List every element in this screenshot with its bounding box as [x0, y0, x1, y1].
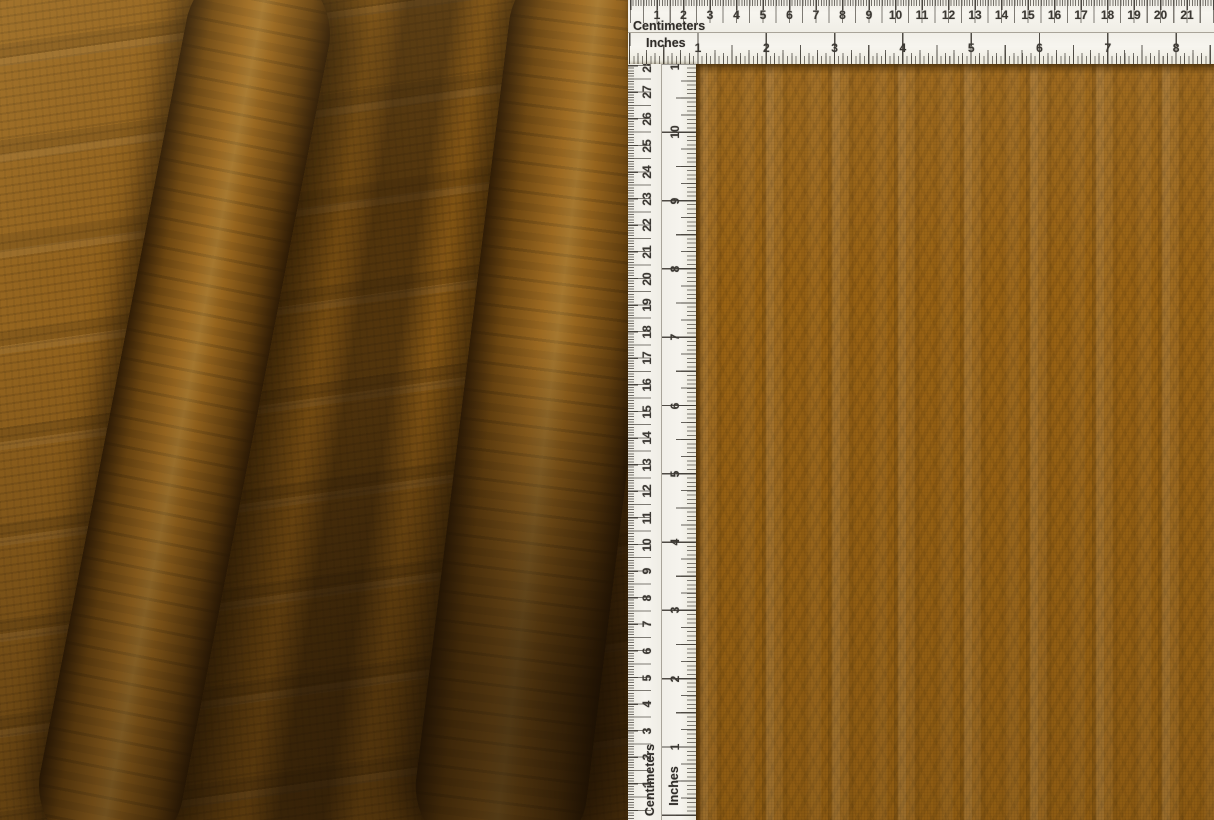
ruler-number: 7 — [1104, 41, 1112, 55]
ruler-number: 4 — [640, 700, 654, 708]
ruler-number: 22 — [640, 218, 654, 233]
ruler-number: 19 — [1127, 8, 1141, 22]
ruler-number: 1 — [668, 743, 682, 751]
ruler-number: 4 — [733, 8, 740, 22]
flat-fabric-with-rulers: Centimeters 1 2 3 4 5 6 7 8 9 10 11 12 13 14 15 16 17 18 1… — [628, 0, 1214, 820]
ruler-number: 11 — [668, 64, 682, 71]
ruler-number: 6 — [668, 402, 682, 409]
ruler-number: 27 — [640, 85, 654, 100]
horizontal-ruler: Centimeters 1 2 3 4 5 6 7 8 9 10 11 12 13 14 15 16 17 18 1… — [628, 0, 1214, 64]
vertical-ruler: Centimeters 28 27 26 25 24 23 22 21 20 19 18 17 16 15… — [628, 64, 696, 820]
ruler-number: 15 — [1021, 8, 1035, 22]
ruler-number: 10 — [888, 8, 903, 22]
ruler-number: 12 — [941, 8, 956, 22]
vertical-inch-scale: Inches 11 10 9 8 7 6 5 4 3 2 1 — [662, 64, 696, 820]
ruler-number: 3 — [831, 41, 838, 55]
ruler-number: 28 — [640, 64, 654, 73]
ruler-number: 5 — [967, 41, 975, 55]
ruler-number: 11 — [640, 511, 654, 525]
ruler-number: 4 — [899, 41, 907, 55]
ruler-number: 13 — [640, 458, 654, 472]
ruler-number: 20 — [1153, 8, 1168, 22]
ruler-number: 4 — [668, 538, 682, 546]
ruler-number: 3 — [706, 8, 714, 22]
ruler-number: 20 — [640, 271, 654, 286]
ruler-number: 8 — [640, 594, 654, 602]
ruler-number: 2 — [640, 754, 654, 761]
ruler-number: 7 — [812, 8, 820, 22]
ruler-number: 24 — [640, 165, 654, 179]
ruler-number: 16 — [1047, 8, 1062, 22]
ruler-number: 8 — [668, 265, 682, 273]
ruler-number: 21 — [640, 245, 654, 259]
inches-label-vertical: Inches — [667, 766, 681, 806]
vertical-cm-scale: Centimeters 28 27 26 25 24 23 22 21 20 19 18 17 16 15… — [628, 64, 662, 820]
ruler-number: 9 — [865, 8, 873, 22]
ruler-number: 9 — [668, 197, 682, 204]
ruler-number: 10 — [668, 125, 682, 139]
ruler-number: 25 — [640, 138, 654, 153]
ruler-number: 14 — [640, 431, 654, 445]
ruler-number: 19 — [640, 298, 654, 312]
inches-label: Inches — [646, 36, 686, 50]
ruler-number: 2 — [680, 8, 687, 22]
centimeters-label: Centimeters — [633, 19, 706, 33]
ruler-number: 6 — [786, 8, 793, 22]
ruler-number: 8 — [839, 8, 846, 22]
ruler-number: 14 — [994, 8, 1009, 22]
ruler-number: 23 — [640, 192, 654, 206]
ruler-number: 26 — [640, 112, 654, 126]
ruler-number: 6 — [640, 647, 654, 655]
ruler-number: 1 — [640, 780, 654, 788]
ruler-number: 18 — [1100, 8, 1115, 22]
ruler-number: 5 — [640, 674, 654, 681]
horizontal-cm-scale: Centimeters 1 2 3 4 5 6 7 8 9 10 11 12 13 14 15 16 17 18 1… — [628, 0, 1214, 33]
ruler-number: 13 — [968, 8, 982, 22]
ruler-number: 1 — [653, 8, 661, 22]
ruler-number: 9 — [640, 567, 654, 575]
flat-fabric-swatch — [696, 64, 1214, 820]
fabric-product-photo: Centimeters 1 2 3 4 5 6 7 8 9 10 11 12 13 14 15 16 17 18 1… — [0, 0, 1214, 820]
ruler-number: 6 — [1036, 41, 1043, 55]
ruler-number: 3 — [640, 727, 654, 735]
draped-fabric-photo — [0, 0, 628, 820]
ruler-number: 16 — [640, 378, 654, 392]
ruler-number: 8 — [1172, 41, 1180, 55]
ruler-number: 21 — [1180, 8, 1194, 22]
ruler-number: 18 — [640, 325, 654, 339]
ruler-number: 5 — [759, 8, 767, 22]
ruler-number: 10 — [640, 537, 654, 552]
ruler-number: 15 — [640, 404, 654, 419]
ruler-number: 12 — [640, 484, 654, 499]
ruler-number: 2 — [762, 41, 770, 55]
ruler-number: 7 — [640, 621, 654, 628]
ruler-number: 17 — [640, 351, 654, 366]
horizontal-inch-scale: Inches 1 2 3 4 5 6 7 8 — [628, 33, 1214, 64]
ruler-number: 11 — [915, 8, 929, 22]
ruler-number: 17 — [1074, 8, 1088, 22]
ruler-number: 5 — [668, 470, 682, 478]
ruler-number: 2 — [668, 675, 682, 683]
ruler-number: 3 — [668, 607, 682, 614]
ruler-number: 7 — [668, 333, 682, 341]
ruler-number: 1 — [694, 41, 702, 55]
